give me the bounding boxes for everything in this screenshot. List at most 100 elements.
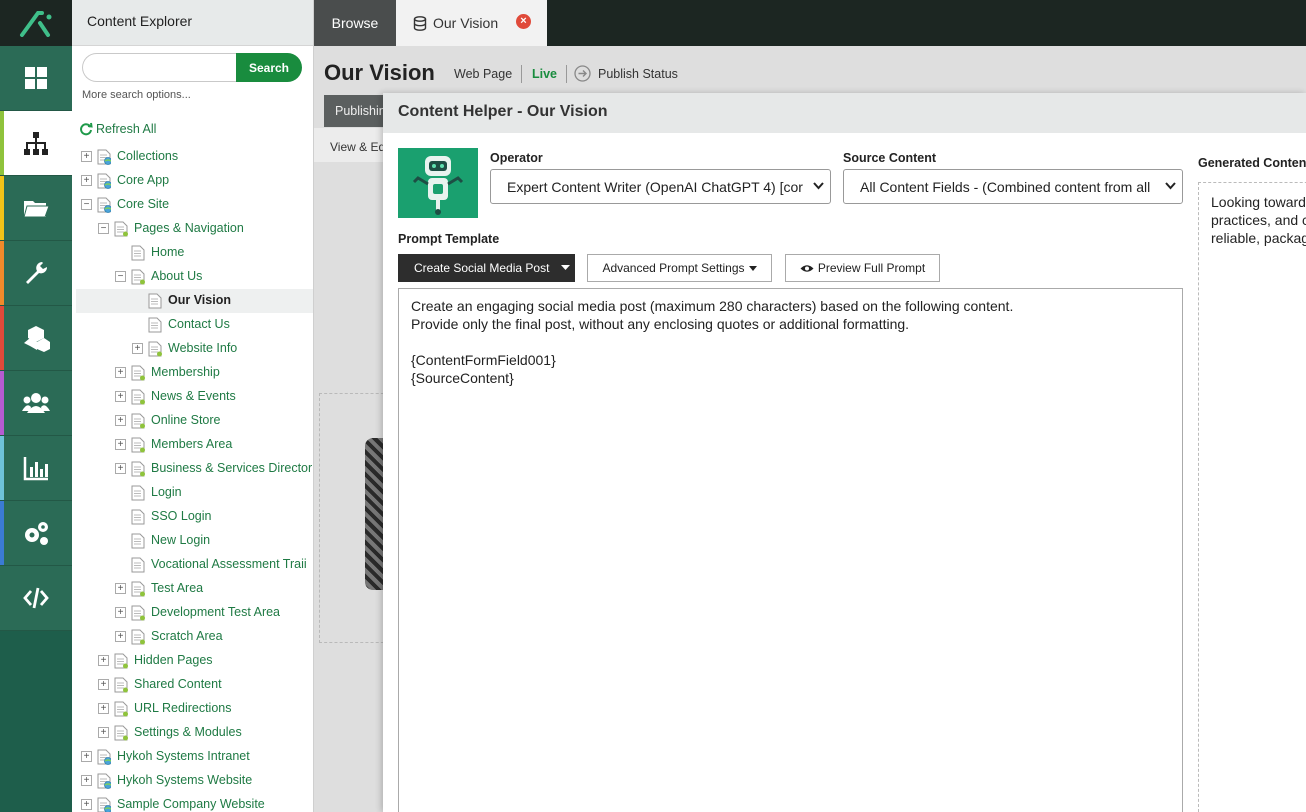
more-search-options-link[interactable]: More search options...	[82, 89, 191, 101]
tree-node[interactable]: + Hykoh Systems Intranet	[72, 745, 313, 769]
close-tab-icon[interactable]: ×	[516, 14, 531, 29]
tree-node[interactable]: Our Vision	[76, 289, 313, 313]
advanced-prompt-settings-label: Advanced Prompt Settings	[602, 261, 745, 275]
collapse-icon[interactable]: −	[115, 271, 126, 282]
expand-icon[interactable]: +	[115, 463, 126, 474]
expand-icon[interactable]: +	[81, 151, 92, 162]
publish-status-link[interactable]: Publish Status	[574, 65, 678, 82]
advanced-prompt-settings-button[interactable]: Advanced Prompt Settings	[587, 254, 772, 282]
tree-node[interactable]: + Hykoh Systems Website	[72, 769, 313, 793]
rail-button-folder[interactable]	[0, 176, 72, 241]
prompt-template-dropdown[interactable]: Create Social Media Post	[398, 254, 575, 282]
tree-node[interactable]: + Online Store	[72, 409, 313, 433]
expand-icon[interactable]: +	[115, 583, 126, 594]
tree-node[interactable]: SSO Login	[72, 505, 313, 529]
site-icon	[97, 149, 111, 165]
tree-node[interactable]: + Settings & Modules	[72, 721, 313, 745]
tree-node[interactable]: + Core App	[72, 169, 313, 193]
expand-icon[interactable]: +	[132, 343, 143, 354]
rail-button-code[interactable]	[0, 566, 72, 631]
expand-icon[interactable]: +	[81, 775, 92, 786]
page-icon	[131, 389, 145, 405]
tree-node-label: Online Store	[151, 413, 221, 427]
page-icon	[148, 341, 162, 357]
page-icon	[114, 221, 128, 237]
site-icon	[97, 773, 111, 789]
tree-node[interactable]: + Development Test Area	[72, 601, 313, 625]
tree-node[interactable]: + Scratch Area	[72, 625, 313, 649]
tree-node-label: Business & Services Director	[151, 461, 313, 475]
page-icon	[131, 533, 145, 549]
tree-node[interactable]: Home	[72, 241, 313, 265]
tree-node[interactable]: − Core Site	[72, 193, 313, 217]
page-icon	[148, 293, 162, 309]
expand-icon[interactable]: +	[81, 175, 92, 186]
collapse-icon[interactable]: −	[98, 223, 109, 234]
expand-icon[interactable]: +	[98, 727, 109, 738]
tree-node[interactable]: + Hidden Pages	[72, 649, 313, 673]
tree-node[interactable]: Vocational Assessment Traii	[72, 553, 313, 577]
tree-node[interactable]: + Shared Content	[72, 673, 313, 697]
expand-icon[interactable]: +	[98, 679, 109, 690]
rail-button-users[interactable]	[0, 371, 72, 436]
app-logo[interactable]	[0, 0, 72, 46]
chevron-down-icon	[813, 182, 824, 190]
refresh-icon	[80, 122, 93, 136]
tab-browse[interactable]: Browse	[314, 0, 396, 46]
tree-node[interactable]: + Collections	[72, 145, 313, 169]
rail-button-sitemap[interactable]	[0, 111, 72, 176]
tree-node[interactable]: + Test Area	[72, 577, 313, 601]
expand-icon[interactable]: +	[115, 631, 126, 642]
tree-node-label: Shared Content	[134, 677, 222, 691]
tree-node[interactable]: + News & Events	[72, 385, 313, 409]
operator-select[interactable]: Expert Content Writer (OpenAI ChatGPT 4)…	[490, 169, 831, 204]
rail-button-wrench[interactable]	[0, 241, 72, 306]
generated-content-box[interactable]: Looking toward practices, and c reliable…	[1198, 182, 1306, 812]
expand-icon[interactable]: +	[81, 751, 92, 762]
site-icon	[97, 797, 111, 812]
rail-color-stripe	[0, 306, 4, 370]
source-content-select[interactable]: All Content Fields - (Combined content f…	[843, 169, 1183, 204]
tree-node[interactable]: − Pages & Navigation	[72, 217, 313, 241]
expand-icon[interactable]: +	[115, 367, 126, 378]
tree-node-label: Settings & Modules	[134, 725, 242, 739]
page-icon	[131, 629, 145, 645]
cubes-icon	[24, 326, 50, 352]
view-edit-tab[interactable]: View & Edit	[314, 128, 384, 162]
refresh-all-link[interactable]: Refresh All	[79, 122, 156, 136]
tab-our-vision[interactable]: Our Vision ×	[396, 0, 547, 46]
tree-node[interactable]: + Business & Services Director	[72, 457, 313, 481]
tree-node[interactable]: + URL Redirections	[72, 697, 313, 721]
search-button[interactable]: Search	[236, 53, 302, 82]
page-icon	[131, 437, 145, 453]
tree-node[interactable]: + Membership	[72, 361, 313, 385]
tree-node-label: Core Site	[117, 197, 170, 211]
rail-button-cubes[interactable]	[0, 306, 72, 371]
content-helper-modal: Content Helper - Our Vision Operator Exp…	[383, 93, 1306, 812]
expand-icon[interactable]: +	[98, 655, 109, 666]
rail-button-cogs[interactable]	[0, 501, 72, 566]
publish-status-label: Publish Status	[598, 66, 678, 81]
tab-our-vision-label: Our Vision	[433, 15, 499, 31]
expand-icon[interactable]: +	[115, 391, 126, 402]
expand-icon[interactable]: +	[115, 415, 126, 426]
tree-node[interactable]: Login	[72, 481, 313, 505]
tree-node[interactable]: − About Us	[72, 265, 313, 289]
search-input[interactable]	[82, 53, 237, 82]
tree-node[interactable]: New Login	[72, 529, 313, 553]
tree-node[interactable]: Contact Us	[72, 313, 313, 337]
expand-icon[interactable]: +	[81, 799, 92, 810]
expand-icon[interactable]: +	[115, 439, 126, 450]
prompt-textarea[interactable]: Create an engaging social media post (ma…	[398, 288, 1183, 812]
collapse-icon[interactable]: −	[81, 199, 92, 210]
rail-button-dashboard[interactable]	[0, 46, 72, 111]
page-icon	[131, 557, 145, 573]
preview-full-prompt-button[interactable]: Preview Full Prompt	[785, 254, 940, 282]
rail-button-chart[interactable]	[0, 436, 72, 501]
expand-icon[interactable]: +	[115, 607, 126, 618]
page-icon	[114, 677, 128, 693]
expand-icon[interactable]: +	[98, 703, 109, 714]
tree-node[interactable]: + Members Area	[72, 433, 313, 457]
tree-node[interactable]: + Website Info	[72, 337, 313, 361]
tree-node[interactable]: + Sample Company Website	[72, 793, 313, 812]
